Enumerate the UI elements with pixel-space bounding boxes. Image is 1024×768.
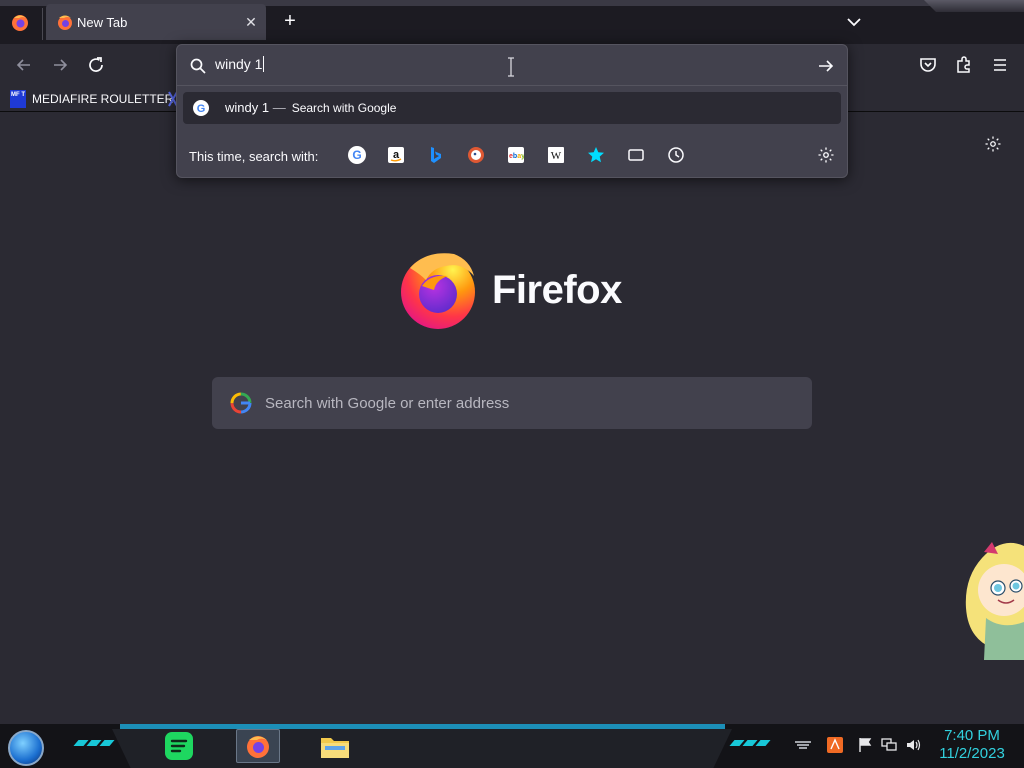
taskbar-decoration-right xyxy=(729,740,771,746)
suggestion-action: Search with Google xyxy=(291,101,397,115)
action-center-flag-icon xyxy=(859,738,872,752)
speaker-icon xyxy=(907,739,921,751)
taskbar-accent-stripe xyxy=(120,724,725,729)
firefox-icon xyxy=(247,736,269,758)
window-frame-decoration xyxy=(924,0,1024,12)
one-off-search-row: This time, search with: G a ebay W xyxy=(177,137,847,177)
tab-new-tab[interactable]: New Tab ✕ xyxy=(46,4,266,40)
ebay-engine-button[interactable]: ebay xyxy=(506,145,526,165)
stack-icon xyxy=(795,741,811,749)
search-suggestion-row[interactable]: G windy 1 — Search with Google xyxy=(183,92,841,124)
back-button[interactable] xyxy=(12,53,36,77)
tab-title: New Tab xyxy=(77,15,128,30)
urlbar-popup: windy 1 G windy 1 — Search with Google Th… xyxy=(176,44,848,178)
close-icon[interactable]: ✕ xyxy=(242,13,260,31)
duckduckgo-engine-button[interactable] xyxy=(466,145,486,165)
menu-button[interactable] xyxy=(988,53,1012,77)
url-input[interactable]: windy 1 xyxy=(215,56,265,72)
tray-overflow-icon[interactable] xyxy=(794,736,812,754)
suggestion-query: windy 1 xyxy=(225,100,270,115)
cartoon-character-sticker xyxy=(965,542,1024,660)
bookmark-label: MEDIAFIRE ROULETTER xyxy=(32,92,174,106)
star-icon xyxy=(588,147,604,163)
amazon-engine-button[interactable]: a xyxy=(386,145,406,165)
bookmark-mediafire-rouletter[interactable]: MF T MEDIAFIRE ROULETTER xyxy=(10,89,173,109)
url-input-row[interactable]: windy 1 xyxy=(177,45,847,85)
url-input-value: windy 1 xyxy=(215,56,263,72)
network-icon[interactable] xyxy=(880,736,898,754)
clock-date: 11/2/2023 xyxy=(939,745,1005,762)
gear-icon[interactable] xyxy=(984,135,1002,153)
flag-icon[interactable] xyxy=(856,736,874,754)
orange-app-icon xyxy=(827,737,843,753)
google-engine-button[interactable]: G xyxy=(347,145,367,165)
pocket-button[interactable] xyxy=(916,53,940,77)
chevron-down-icon[interactable] xyxy=(842,10,866,34)
forward-button[interactable] xyxy=(48,53,72,77)
svg-text:a: a xyxy=(393,149,400,161)
google-icon xyxy=(230,392,252,414)
amazon-icon: a xyxy=(388,147,404,163)
tray-app-icon[interactable] xyxy=(826,736,844,754)
spotify-icon xyxy=(165,732,193,760)
bing-icon xyxy=(431,147,441,163)
reload-button[interactable] xyxy=(84,53,108,77)
gear-icon[interactable] xyxy=(817,146,835,164)
firefox-wordmark: Firefox xyxy=(492,268,622,312)
firefox-logo-icon xyxy=(401,253,475,329)
history-search-button[interactable] xyxy=(666,145,686,165)
start-button[interactable] xyxy=(8,730,44,766)
duckduckgo-icon xyxy=(468,147,484,163)
clock-time: 7:40 PM xyxy=(944,727,1000,744)
wikipedia-icon: W xyxy=(548,147,564,163)
tabs-search-button[interactable] xyxy=(626,145,646,165)
firefox-taskbar-button[interactable] xyxy=(236,729,280,763)
folder-icon xyxy=(321,738,349,758)
svg-text:G: G xyxy=(197,103,206,115)
google-icon: G xyxy=(348,146,366,164)
ebay-icon: ebay xyxy=(508,147,524,163)
tab-strip: New Tab ✕ + xyxy=(0,0,1024,44)
wikipedia-engine-button[interactable]: W xyxy=(546,145,566,165)
suggestion-text: windy 1 — Search with Google xyxy=(225,100,396,115)
newtab-search-box[interactable]: Search with Google or enter address xyxy=(212,377,812,429)
taskbar-clock[interactable]: 7:40 PM 11/2/2023 xyxy=(930,727,1014,763)
svg-text:W: W xyxy=(551,150,562,162)
search-placeholder: Search with Google or enter address xyxy=(265,395,510,412)
tab-divider xyxy=(42,8,43,40)
firefox-favicon-icon xyxy=(58,15,72,30)
taskbar-center-panel xyxy=(112,729,732,768)
svg-text:G: G xyxy=(352,148,361,162)
ibeam-cursor-icon xyxy=(508,57,514,77)
file-explorer-taskbar-button[interactable] xyxy=(318,729,352,763)
new-tab-button[interactable]: + xyxy=(278,10,302,34)
suggestion-separator: — xyxy=(272,100,286,115)
tab-icon xyxy=(628,149,644,161)
clock-icon xyxy=(668,147,684,163)
bookmarks-search-button[interactable] xyxy=(586,145,606,165)
search-icon xyxy=(190,58,206,74)
firefox-app-icon[interactable] xyxy=(10,12,30,32)
bing-engine-button[interactable] xyxy=(426,145,446,165)
spotify-taskbar-button[interactable] xyxy=(162,729,196,763)
text-caret xyxy=(263,56,265,72)
volume-icon[interactable] xyxy=(904,736,922,754)
extensions-button[interactable] xyxy=(952,53,976,77)
mediafire-favicon-icon: MF T xyxy=(10,90,26,108)
go-button[interactable] xyxy=(815,55,837,77)
divider xyxy=(177,85,847,86)
svg-text:ebay: ebay xyxy=(509,153,524,160)
taskbar-decoration-left xyxy=(73,740,115,746)
google-icon: G xyxy=(193,100,209,116)
network-monitor-icon xyxy=(881,738,897,751)
one-off-label: This time, search with: xyxy=(189,149,319,164)
